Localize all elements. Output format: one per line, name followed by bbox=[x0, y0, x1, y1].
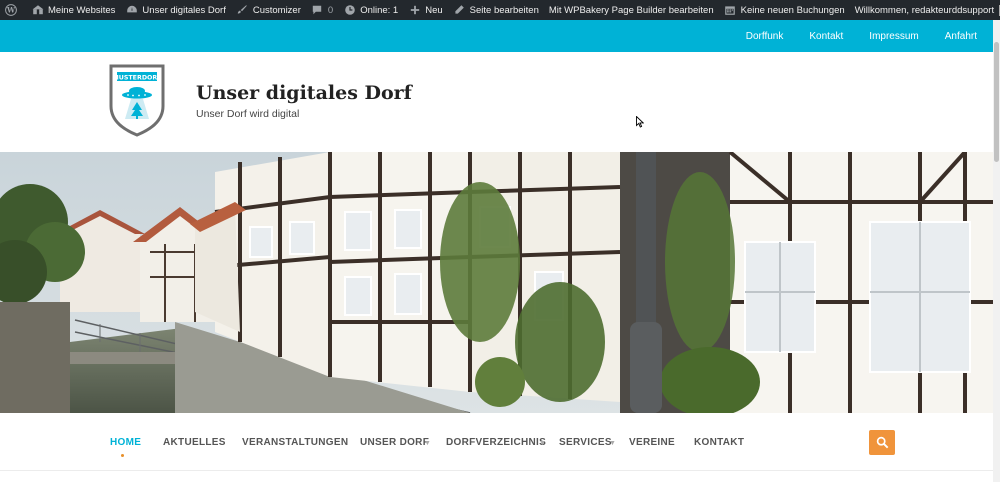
chevron-down-icon: ▼ bbox=[424, 440, 431, 447]
shield-logo-icon: MUSTERDORF bbox=[109, 64, 165, 137]
edit-page-label: Seite bearbeiten bbox=[469, 4, 539, 16]
online-label: Online: 1 bbox=[360, 4, 399, 16]
site-title[interactable]: Unser digitales Dorf bbox=[196, 82, 412, 104]
new-label: Neu bbox=[425, 4, 443, 16]
search-icon bbox=[876, 436, 888, 449]
hero-image bbox=[0, 152, 993, 413]
my-sites-menu[interactable]: Meine Websites bbox=[26, 0, 120, 20]
customizer-link[interactable]: Customizer bbox=[231, 0, 306, 20]
site-name-label: Unser digitales Dorf bbox=[142, 4, 226, 16]
nav-home[interactable]: HOME bbox=[110, 437, 141, 448]
my-sites-icon bbox=[31, 4, 44, 17]
online-status[interactable]: Online: 1 bbox=[338, 0, 403, 20]
nav-veranstaltungen[interactable]: VERANSTALTUNGEN bbox=[242, 437, 348, 448]
comments-link[interactable]: 0 bbox=[306, 0, 338, 20]
plus-icon bbox=[408, 4, 421, 17]
clock-icon bbox=[343, 4, 356, 17]
chevron-down-icon: ▼ bbox=[609, 440, 616, 447]
main-navigation: HOME AKTUELLES VERANSTALTUNGEN UNSER DOR… bbox=[0, 413, 993, 471]
calendar-icon bbox=[724, 4, 737, 17]
scrollbar-thumb[interactable] bbox=[994, 42, 999, 162]
nav-unser-dorf[interactable]: UNSER DORF bbox=[360, 437, 429, 448]
bookings-link[interactable]: Keine neuen Buchungen bbox=[719, 0, 850, 20]
nav-aktuelles[interactable]: AKTUELLES bbox=[163, 437, 226, 448]
bookings-label: Keine neuen Buchungen bbox=[740, 4, 845, 16]
nav-dorfverzeichnis[interactable]: DORFVERZEICHNIS bbox=[446, 437, 546, 448]
site-name-menu[interactable]: Unser digitales Dorf bbox=[120, 0, 230, 20]
wordpress-menu[interactable]: W bbox=[0, 0, 26, 20]
active-indicator-dot bbox=[121, 454, 124, 457]
nav-kontakt[interactable]: KONTAKT bbox=[694, 437, 744, 448]
half-timbered-street-illustration bbox=[0, 152, 993, 413]
nav-services[interactable]: SERVICES bbox=[559, 437, 612, 448]
my-sites-label: Meine Websites bbox=[48, 4, 116, 16]
dashboard-icon bbox=[125, 4, 138, 17]
comment-icon bbox=[311, 4, 324, 17]
comments-count: 0 bbox=[327, 4, 334, 16]
wordpress-icon: W bbox=[4, 4, 17, 17]
customizer-label: Customizer bbox=[252, 4, 301, 16]
welcome-label: Willkommen, redakteurddsupport bbox=[854, 4, 995, 16]
svg-text:W: W bbox=[5, 6, 15, 15]
site-logo[interactable]: MUSTERDORF bbox=[109, 64, 165, 137]
wpbakery-edit-link[interactable]: Mit WPBakery Page Builder bearbeiten bbox=[544, 0, 719, 20]
account-menu[interactable]: Willkommen, redakteurddsupport bbox=[850, 0, 1000, 20]
top-link-anfahrt[interactable]: Anfahrt bbox=[945, 31, 977, 42]
top-navigation-bar: Dorffunk Kontakt Impressum Anfahrt bbox=[0, 20, 993, 52]
search-button[interactable] bbox=[869, 430, 895, 455]
nav-vereine[interactable]: VEREINE bbox=[629, 437, 675, 448]
mouse-cursor-icon bbox=[636, 116, 644, 128]
new-content-menu[interactable]: Neu bbox=[403, 0, 447, 20]
logo-text: MUSTERDORF bbox=[112, 74, 161, 81]
site-header: MUSTERDORF Unser digitales Dorf Unser Do… bbox=[0, 52, 993, 152]
top-link-kontakt[interactable]: Kontakt bbox=[809, 31, 843, 42]
brush-icon bbox=[236, 4, 249, 17]
pencil-icon bbox=[453, 4, 466, 17]
chevron-down-icon: ▼ bbox=[539, 440, 546, 447]
edit-page-link[interactable]: Seite bearbeiten bbox=[448, 0, 544, 20]
page-scrollbar[interactable] bbox=[993, 20, 1000, 482]
wpbakery-label: Mit WPBakery Page Builder bearbeiten bbox=[548, 4, 714, 16]
top-link-impressum[interactable]: Impressum bbox=[869, 31, 918, 42]
top-link-dorffunk[interactable]: Dorffunk bbox=[746, 31, 784, 42]
site-tagline: Unser Dorf wird digital bbox=[196, 108, 300, 120]
wp-admin-bar: W Meine Websites Unser digitales Dorf Cu… bbox=[0, 0, 1000, 20]
